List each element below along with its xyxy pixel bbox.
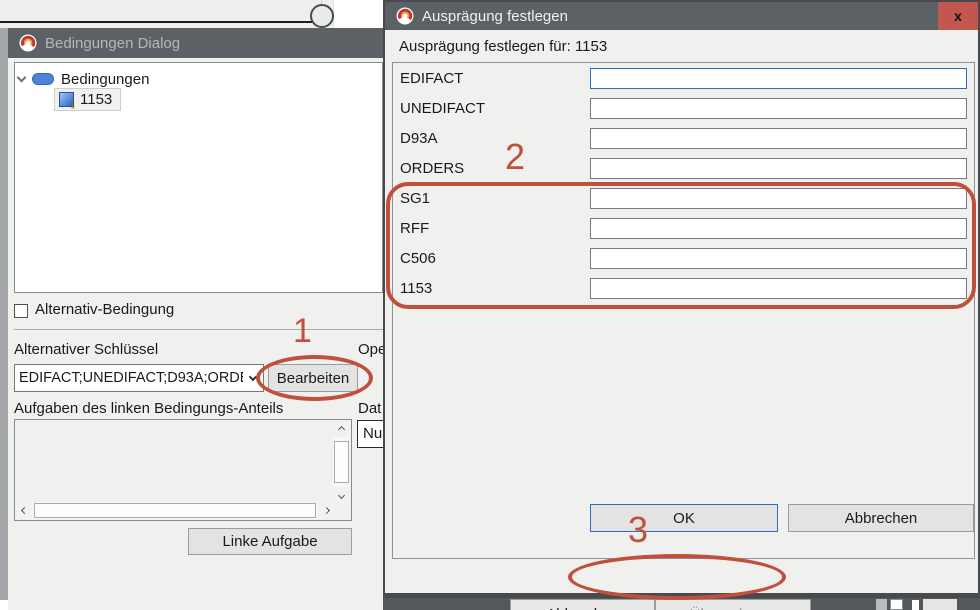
background-panel — [0, 0, 334, 28]
edifact-input[interactable] — [590, 68, 967, 89]
auspraegung-dialog: Ausprägung festlegen x Ausprägung festle… — [383, 0, 980, 598]
chevron-up-icon — [338, 425, 345, 432]
alternative-key-combobox[interactable]: EDIFACT;UNEDIFACT;D93A;ORDERS;S — [14, 364, 264, 392]
vertical-scroll-thumb[interactable] — [334, 441, 349, 483]
bedingungen-dialog-title: Bedingungen Dialog — [45, 35, 180, 52]
field-label-orders: ORDERS — [400, 158, 464, 179]
taskbar-fragment — [890, 599, 903, 610]
diagram-node-circle — [310, 4, 334, 28]
tree-item-label: 1153 — [80, 91, 112, 108]
d93a-input[interactable] — [590, 128, 967, 149]
linke-aufgabe-button-label: Linke Aufgabe — [222, 533, 317, 550]
condition-group-icon — [32, 73, 54, 85]
bearbeiten-button-label: Bearbeiten — [277, 370, 350, 387]
bedingungen-abbrechen-button[interactable]: Abbrechen — [510, 599, 655, 610]
abbrechen-button-label: Abbrechen — [546, 606, 619, 610]
combobox-value: EDIFACT;UNEDIFACT;D93A;ORDERS;S — [15, 370, 243, 386]
horizontal-scrollbar[interactable] — [16, 502, 334, 519]
taskbar-fragment — [912, 600, 919, 610]
field-label-rff: RFF — [400, 218, 429, 239]
app-logo-icon — [396, 7, 414, 25]
tree-node-label: Bedingungen — [61, 71, 149, 88]
vertical-scrollbar[interactable] — [333, 421, 350, 503]
horizontal-scroll-thumb[interactable] — [34, 503, 316, 518]
field-label-d93a: D93A — [400, 128, 438, 149]
scroll-left-button[interactable] — [16, 502, 32, 519]
window-border — [0, 28, 8, 600]
left-condition-tasks-textarea[interactable] — [14, 419, 352, 521]
datentyp-label-clipped: Dat — [358, 400, 385, 417]
unedifact-input[interactable] — [590, 98, 967, 119]
field-label-1153: 1153 — [400, 278, 432, 299]
field-label-unedifact: UNEDIFACT — [400, 98, 485, 119]
field-label-edifact: EDIFACT — [400, 68, 463, 89]
bedingungen-uebernehmen-button[interactable]: Übernehmen — [655, 599, 811, 610]
bearbeiten-button[interactable]: Bearbeiten — [268, 364, 358, 392]
field-label-sg1: SG1 — [400, 188, 430, 209]
app-logo-icon — [19, 34, 37, 52]
uebernehmen-button-label: Übernehmen — [690, 606, 777, 610]
alternativ-bedingung-label: Alternativ-Bedingung — [35, 301, 174, 318]
rff-input[interactable] — [590, 218, 967, 239]
field-label-c506: C506 — [400, 248, 436, 269]
ok-button-label: OK — [673, 510, 695, 527]
abbrechen-button[interactable]: Abbrechen — [788, 504, 974, 532]
chevron-right-icon — [322, 507, 329, 514]
close-icon: x — [954, 8, 962, 24]
combobox-dropdown-icon[interactable] — [243, 377, 263, 380]
alternativer-schluessel-label: Alternativer Schlüssel — [14, 341, 158, 358]
auspraegung-dialog-titlebar[interactable]: Ausprägung festlegen — [385, 2, 978, 30]
tree-node-bedingungen[interactable]: Bedingungen — [18, 68, 149, 90]
tree-node-1153[interactable]: ↓ 1153 — [54, 88, 121, 111]
scroll-up-button[interactable] — [333, 421, 350, 437]
scroll-right-button[interactable] — [318, 502, 334, 519]
c506-input[interactable] — [590, 248, 967, 269]
bedingungen-dialog: Bedingungen Dialog Bedingungen ↓ 1153 Al… — [0, 28, 383, 610]
condition-item-icon: ↓ — [59, 92, 74, 107]
bedingungen-dialog-titlebar[interactable]: Bedingungen Dialog — [8, 28, 383, 58]
dialog-subtitle: Ausprägung festlegen für: 1153 — [399, 38, 607, 55]
taskbar-fragment — [923, 599, 957, 610]
diagram-connector-line — [0, 21, 319, 23]
separator — [14, 329, 383, 330]
linke-aufgabe-button[interactable]: Linke Aufgabe — [188, 528, 352, 555]
numerisch-field-clipped[interactable]: Nu — [357, 420, 383, 448]
aufgaben-label: Aufgaben des linken Bedingungs-Anteils — [14, 400, 283, 417]
sg1-input[interactable] — [590, 188, 967, 209]
operator-label-clipped: Ope — [358, 341, 385, 358]
taskbar-fragment — [876, 599, 887, 610]
alternativ-bedingung-checkbox[interactable] — [14, 304, 28, 318]
abbrechen-button-label: Abbrechen — [845, 510, 918, 527]
close-button[interactable]: x — [938, 2, 978, 30]
field-1153-input[interactable] — [590, 278, 967, 299]
ok-button[interactable]: OK — [590, 504, 778, 532]
chevron-left-icon — [20, 507, 27, 514]
auspraegung-dialog-title: Ausprägung festlegen — [422, 8, 568, 25]
orders-input[interactable] — [590, 158, 967, 179]
tree-expander-icon[interactable] — [17, 73, 27, 83]
background-canvas — [0, 0, 383, 28]
scroll-down-button[interactable] — [333, 487, 350, 503]
chevron-down-icon — [338, 491, 345, 498]
